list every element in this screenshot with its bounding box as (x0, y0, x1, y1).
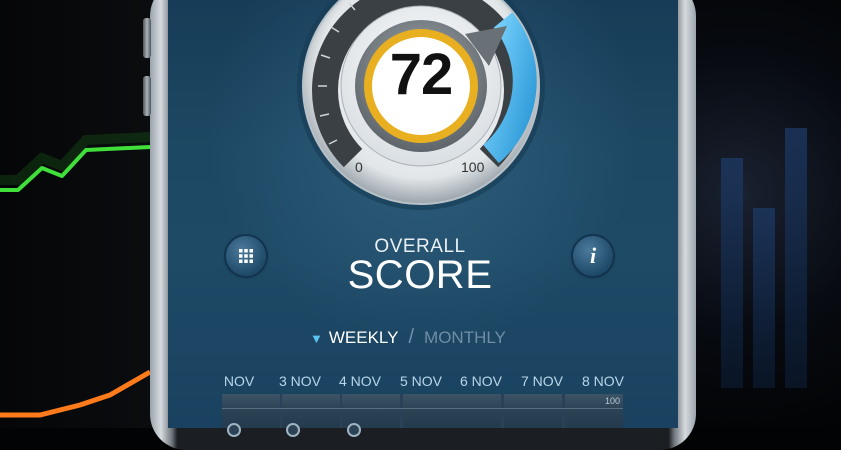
tab-monthly[interactable]: MONTHLY (424, 328, 506, 347)
phone-side-button (143, 76, 151, 116)
date-label: 8 NOV (581, 373, 624, 389)
chart-column (504, 394, 562, 428)
date-label: 6 NOV (459, 373, 502, 389)
info-button[interactable]: i (573, 236, 613, 276)
gauge-min-label: 0 (355, 159, 363, 175)
chart-gridline (222, 408, 623, 409)
date-label: 4 NOV (338, 373, 381, 389)
info-icon: i (589, 243, 597, 268)
selected-indicator-icon: ▼ (310, 331, 323, 346)
chart-point[interactable] (286, 423, 300, 437)
tab-separator: / (408, 326, 415, 348)
tab-weekly[interactable]: WEEKLY (329, 328, 399, 347)
chart-point[interactable] (227, 423, 241, 437)
period-tabs: ▼ WEEKLY / MONTHLY (310, 326, 506, 348)
menu-grid-button[interactable] (226, 236, 266, 276)
background-bar (721, 158, 743, 388)
chart-date-header: NOV 3 NOV 4 NOV 5 NOV 6 NOV 7 NOV 8 NOV (218, 373, 628, 391)
weekly-chart: 100 (222, 394, 623, 428)
date-label: NOV (223, 373, 255, 389)
chart-column (443, 394, 501, 428)
chart-max-label: 100 (604, 396, 620, 406)
date-label: 7 NOV (520, 373, 563, 389)
background-bar (753, 208, 775, 388)
background-bar (785, 128, 807, 388)
grid-icon (239, 249, 253, 263)
score-label: SCORE (347, 253, 493, 297)
chart-point[interactable] (347, 423, 361, 437)
date-label: 3 NOV (278, 373, 321, 389)
background-right (671, 0, 841, 428)
score-value: 72 (389, 42, 454, 107)
phone-side-button (143, 18, 151, 58)
background-chart-lines (0, 132, 152, 418)
gauge-max-label: 100 (461, 159, 485, 175)
background-left (0, 0, 170, 428)
date-label: 5 NOV (399, 373, 442, 389)
